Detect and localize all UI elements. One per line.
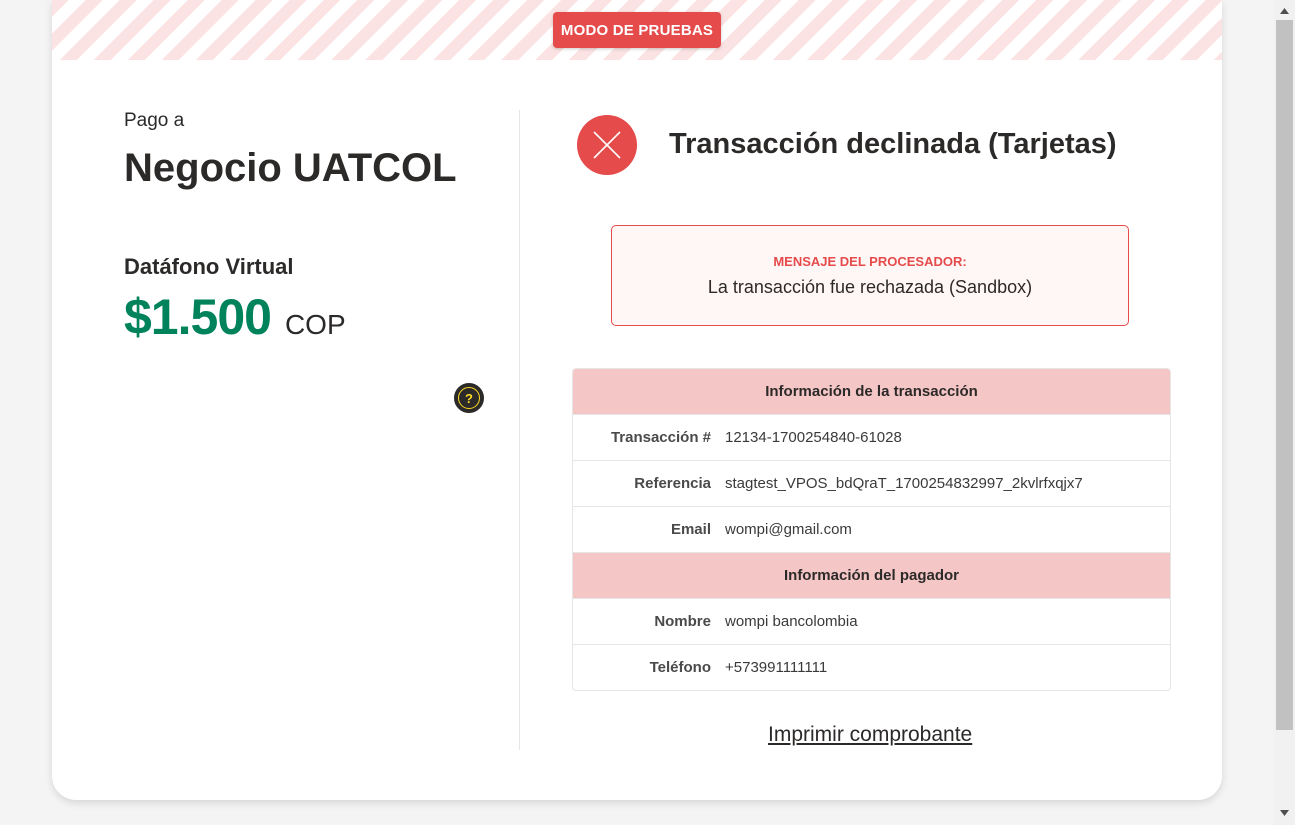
table-row: Transacción # 12134-1700254840-61028 bbox=[573, 414, 1170, 460]
row-value: 12134-1700254840-61028 bbox=[725, 429, 902, 446]
product-name: Datáfono Virtual bbox=[124, 254, 294, 279]
table-row: Referencia stagtest_VPOS_bdQraT_17002548… bbox=[573, 460, 1170, 506]
close-x-icon bbox=[577, 115, 637, 175]
amount-row: $1.500 COP bbox=[124, 288, 346, 346]
question-mark-icon: ? bbox=[458, 387, 480, 409]
amount-currency: COP bbox=[284, 309, 346, 340]
row-label: Transacción # bbox=[610, 429, 711, 446]
row-value: +573991111111 bbox=[725, 659, 828, 676]
scroll-up-arrow-icon[interactable] bbox=[1274, 4, 1295, 18]
pay-to-label: Pago a bbox=[124, 110, 185, 131]
row-label: Teléfono bbox=[649, 659, 711, 676]
row-label: Email bbox=[670, 521, 711, 538]
scroll-down-arrow-icon[interactable] bbox=[1274, 806, 1295, 820]
processor-message: La transacción fue rechazada (Sandbox) bbox=[707, 277, 1033, 297]
row-value: wompi@gmail.com bbox=[725, 521, 852, 538]
print-receipt-link[interactable]: Imprimir comprobante bbox=[768, 723, 972, 747]
row-label: Referencia bbox=[634, 475, 711, 492]
checkout-card: MODO DE PRUEBAS Pago a Negocio UATCOL Da… bbox=[52, 0, 1222, 800]
merchant-name: Negocio UATCOL bbox=[124, 146, 457, 190]
table-row: Nombre wompi bancolombia bbox=[573, 598, 1170, 644]
processor-label: MENSAJE DEL PROCESADOR: bbox=[773, 254, 967, 269]
help-button[interactable]: ? bbox=[454, 383, 484, 413]
status-title: Transacción declinada (Tarjetas) bbox=[669, 128, 1117, 160]
scrollbar-thumb[interactable] bbox=[1276, 20, 1293, 730]
transaction-info-header: Información de la transacción bbox=[573, 369, 1170, 414]
table-row: Email wompi@gmail.com bbox=[573, 506, 1170, 552]
column-divider bbox=[519, 110, 520, 750]
info-table: Información de la transacción Transacció… bbox=[572, 368, 1171, 691]
row-value: stagtest_VPOS_bdQraT_1700254832997_2kvlr… bbox=[725, 475, 1083, 492]
test-mode-badge: MODO DE PRUEBAS bbox=[553, 12, 721, 48]
amount-value: $1.500 bbox=[124, 289, 272, 345]
row-label: Nombre bbox=[654, 613, 711, 630]
vertical-scrollbar[interactable] bbox=[1274, 0, 1295, 825]
table-row: Teléfono +573991111111 bbox=[573, 644, 1170, 690]
payer-info-header: Información del pagador bbox=[573, 552, 1170, 598]
processor-message-box: MENSAJE DEL PROCESADOR: La transacción f… bbox=[611, 225, 1129, 326]
row-value: wompi bancolombia bbox=[725, 613, 858, 630]
